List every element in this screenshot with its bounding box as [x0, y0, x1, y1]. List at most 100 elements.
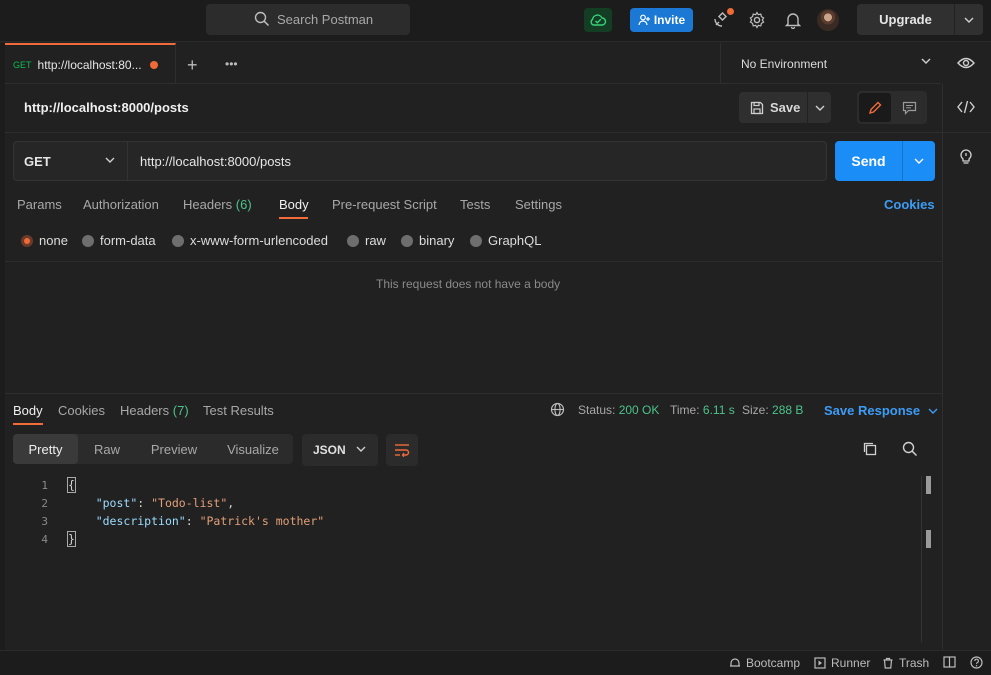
upgrade-button[interactable]: Upgrade	[857, 4, 983, 35]
code-line[interactable]: "post": "Todo-list",	[68, 496, 235, 510]
radio-dot	[470, 234, 482, 247]
gear-icon[interactable]	[746, 9, 768, 31]
tab-headers[interactable]: Headers (6)	[183, 197, 252, 212]
new-tab-icon[interactable]: +	[187, 55, 198, 76]
wrap-icon	[395, 444, 410, 457]
chevron-down-icon[interactable]	[955, 17, 983, 23]
send-button[interactable]: Send	[835, 141, 935, 181]
size-value: 288 B	[772, 403, 804, 417]
tab-params[interactable]: Params	[17, 197, 62, 212]
line-number: 1	[41, 479, 48, 492]
code-line[interactable]: {	[67, 477, 76, 493]
help-icon[interactable]	[970, 656, 983, 669]
time-value: 6.11 s	[702, 403, 735, 417]
divider	[942, 132, 991, 133]
save-options-button[interactable]	[808, 92, 831, 123]
globe-icon[interactable]	[550, 402, 565, 417]
cloud-sync-icon[interactable]	[584, 8, 612, 32]
view-visualize[interactable]: Visualize	[214, 434, 292, 464]
runner-icon	[814, 657, 826, 669]
url-value: http://localhost:8000/posts	[140, 153, 292, 169]
no-body-message: This request does not have a body	[376, 277, 561, 291]
send-label: Send	[851, 153, 886, 169]
comments-button[interactable]	[894, 93, 924, 122]
view-preview[interactable]: Preview	[138, 434, 210, 464]
radio-label: none	[39, 233, 68, 248]
radio-raw[interactable]: raw	[347, 233, 386, 248]
edit-mode-button[interactable]	[859, 93, 891, 122]
left-edge	[0, 43, 5, 650]
response-status[interactable]: Status: 200 OK	[578, 403, 659, 417]
chevron-down-icon[interactable]	[903, 158, 935, 164]
bell-icon[interactable]	[782, 9, 804, 31]
radio-none[interactable]: none	[21, 233, 68, 248]
notification-dot	[727, 8, 734, 15]
lightbulb-icon[interactable]	[958, 147, 974, 165]
environment-label: No Environment	[741, 56, 828, 71]
radio-dot	[82, 234, 94, 247]
environment-select[interactable]: No Environment	[720, 43, 941, 84]
radio-label: GraphQL	[488, 233, 542, 248]
copy-icon[interactable]	[862, 441, 878, 457]
request-name[interactable]: http://localhost:8000/posts	[24, 100, 189, 115]
response-tab-cookies[interactable]: Cookies	[58, 403, 105, 418]
view-raw[interactable]: Raw	[80, 434, 134, 464]
save-button[interactable]: Save	[739, 92, 807, 123]
more-tabs-icon[interactable]: •••	[225, 57, 238, 71]
avatar[interactable]	[817, 9, 839, 31]
runner-button[interactable]: Runner	[814, 656, 870, 670]
wrap-lines-button[interactable]	[386, 434, 418, 466]
radio-graphql[interactable]: GraphQL	[470, 233, 541, 248]
method-select[interactable]: GET	[13, 141, 128, 181]
radio-x-www-form-urlencoded[interactable]: x-www-form-urlencoded	[172, 233, 328, 248]
tab-method: GET	[13, 59, 32, 70]
invite-label: Invite	[653, 13, 686, 27]
code-line[interactable]: "description": "Patrick's mother"	[68, 514, 325, 528]
json-key: "post"	[95, 496, 138, 510]
tab-authorization[interactable]: Authorization	[83, 197, 159, 212]
search-placeholder: Search Postman	[277, 12, 374, 27]
response-size[interactable]: Size: 288 B	[742, 403, 803, 417]
response-headers-label: Headers	[120, 403, 170, 418]
line-number: 4	[41, 533, 48, 546]
line-number: 3	[41, 515, 48, 528]
view-pretty[interactable]: Pretty	[13, 434, 78, 464]
radio-form-data[interactable]: form-data	[82, 233, 156, 248]
two-pane-icon[interactable]	[943, 656, 956, 668]
code-icon[interactable]	[957, 100, 975, 114]
scrollbar-track	[921, 476, 922, 642]
scrollbar-thumb[interactable]	[926, 476, 931, 494]
response-tab-test-results[interactable]: Test Results	[203, 403, 274, 418]
chevron-down-icon	[356, 446, 366, 452]
save-response-button[interactable]: Save Response	[824, 403, 938, 418]
time-label: Time:	[670, 403, 700, 417]
invite-button[interactable]: Invite	[630, 8, 693, 32]
tab-body[interactable]: Body	[279, 197, 309, 212]
tab-settings[interactable]: Settings	[515, 197, 562, 212]
save-response-label: Save Response	[824, 403, 921, 418]
trash-icon	[883, 657, 893, 669]
tab-tests[interactable]: Tests	[460, 197, 490, 212]
search-input[interactable]: Search Postman	[206, 4, 410, 35]
request-tab[interactable]: GET http://localhost:80...	[5, 43, 176, 84]
bootcamp-button[interactable]: Bootcamp	[729, 656, 800, 670]
radio-binary[interactable]: binary	[401, 233, 454, 248]
code-line[interactable]: }	[67, 531, 76, 547]
response-tab-body[interactable]: Body	[13, 403, 43, 418]
response-headers-count: (7)	[172, 403, 189, 418]
response-tab-headers[interactable]: Headers (7)	[120, 403, 189, 418]
trash-button[interactable]: Trash	[882, 656, 929, 670]
scrollbar-marker	[926, 530, 931, 548]
tab-pre-request-script[interactable]: Pre-request Script	[332, 197, 437, 212]
divider	[5, 261, 942, 262]
format-select[interactable]: JSON	[302, 434, 378, 466]
url-input[interactable]: http://localhost:8000/posts	[128, 141, 827, 181]
radio-label: x-www-form-urlencoded	[190, 233, 328, 248]
json-key: "description"	[95, 514, 186, 528]
radio-dot	[347, 234, 359, 247]
status-label: Status:	[578, 403, 616, 417]
eye-icon[interactable]	[957, 56, 975, 70]
cookies-link[interactable]: Cookies	[884, 197, 935, 212]
response-time[interactable]: Time: 6.11 s	[670, 403, 735, 417]
search-icon[interactable]	[902, 441, 918, 457]
